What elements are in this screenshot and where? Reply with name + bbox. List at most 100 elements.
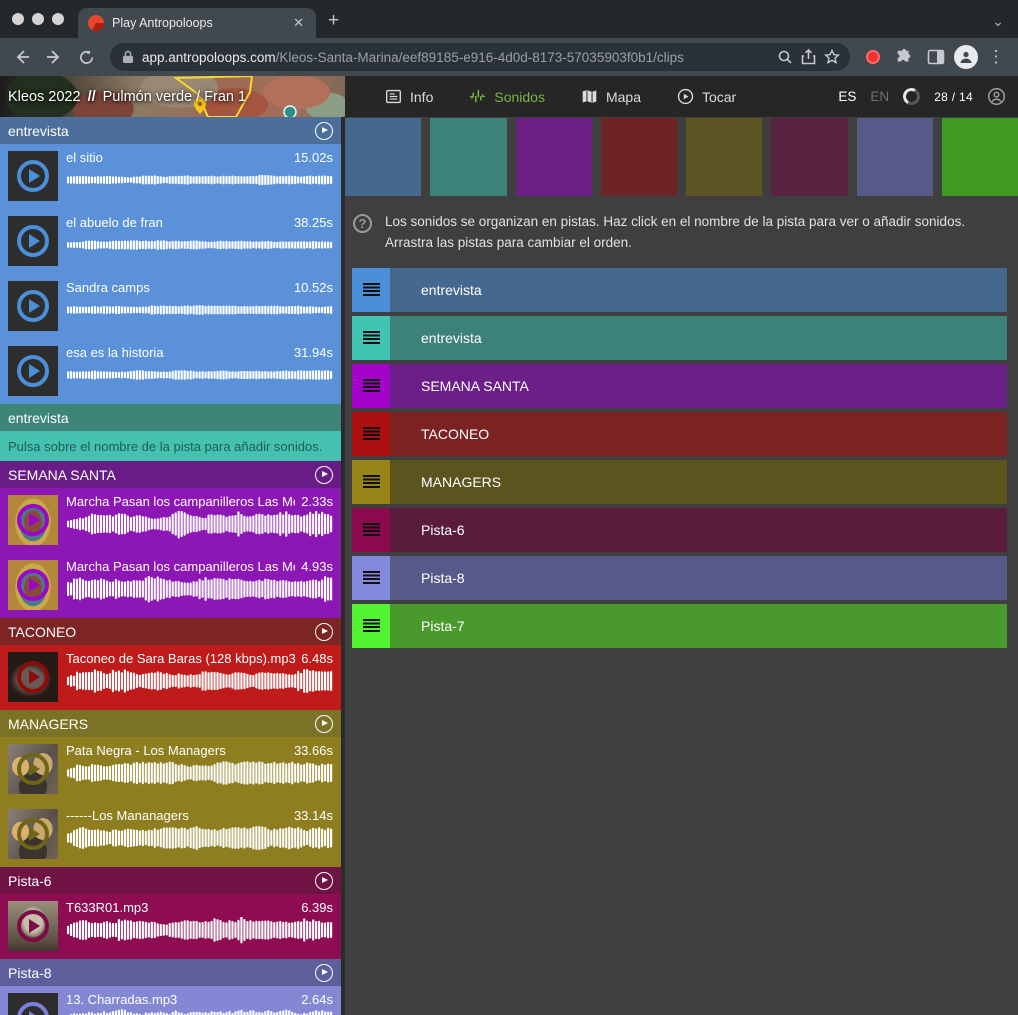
track-swatch[interactable]	[942, 118, 1018, 196]
track-row[interactable]: Pista-8	[352, 556, 1007, 600]
track-play-icon[interactable]	[315, 872, 333, 890]
share-icon[interactable]	[801, 49, 816, 65]
audio-clip[interactable]: T633R01.mp36.39s	[0, 894, 341, 959]
clip-play-icon[interactable]	[17, 290, 49, 322]
language-toggle-en[interactable]: EN	[870, 89, 889, 104]
track-play-icon[interactable]	[315, 715, 333, 733]
audio-clip[interactable]: Marcha Pasan los campanilleros Las Mejor…	[0, 488, 341, 553]
tab-overflow-chevron-icon[interactable]: ⌄	[992, 13, 1004, 30]
clip-waveform[interactable]	[66, 825, 333, 861]
clip-waveform[interactable]	[66, 1009, 333, 1015]
tab-close-icon[interactable]: ✕	[291, 15, 306, 31]
traffic-light-zoom-button[interactable]	[52, 13, 64, 25]
clip-waveform[interactable]	[66, 232, 333, 268]
clip-play-icon[interactable]	[17, 160, 49, 192]
language-toggle-es[interactable]: ES	[838, 89, 856, 104]
zoom-page-icon[interactable]	[777, 49, 793, 65]
clip-waveform[interactable]	[66, 511, 333, 547]
drag-handle[interactable]	[352, 364, 390, 408]
audio-clip[interactable]: Pata Negra - Los Managers33.66s	[0, 737, 341, 802]
track-row[interactable]: Pista-6	[352, 508, 1007, 552]
drag-handle[interactable]	[352, 268, 390, 312]
track-swatch[interactable]	[686, 118, 762, 196]
track-row[interactable]: MANAGERS	[352, 460, 1007, 504]
nav-item-sonidos[interactable]: Sonidos	[455, 76, 559, 117]
track-header[interactable]: entrevista	[0, 404, 341, 431]
drag-handle[interactable]	[352, 508, 390, 552]
profile-avatar[interactable]	[954, 45, 978, 69]
drag-handle[interactable]	[352, 316, 390, 360]
browser-menu-icon[interactable]: ⋮	[982, 43, 1010, 71]
track-header[interactable]: Pista-6	[0, 867, 341, 894]
clip-waveform[interactable]	[66, 917, 333, 953]
clip-play-icon[interactable]	[17, 818, 49, 850]
audio-clip[interactable]: el abuelo de fran38.25s	[0, 209, 341, 274]
clip-play-icon[interactable]	[17, 910, 49, 942]
track-play-icon[interactable]	[315, 623, 333, 641]
track-swatch[interactable]	[345, 118, 421, 196]
track-play-icon[interactable]	[315, 466, 333, 484]
audio-clip[interactable]: esa es la historia31.94s	[0, 339, 341, 404]
track-header[interactable]: entrevista	[0, 117, 341, 144]
drag-handle[interactable]	[352, 556, 390, 600]
audio-clip[interactable]: Sandra camps10.52s	[0, 274, 341, 339]
forward-button[interactable]	[40, 43, 68, 71]
clip-waveform[interactable]	[66, 167, 333, 203]
drag-handle[interactable]	[352, 604, 390, 648]
drag-handle[interactable]	[352, 412, 390, 456]
clip-name: Taconeo de Sara Baras (128 kbps).mp3	[66, 651, 295, 666]
track-swatch[interactable]	[430, 118, 506, 196]
audio-clip[interactable]: ------Los Mananagers33.14s	[0, 802, 341, 867]
track-header[interactable]: SEMANA SANTA	[0, 461, 341, 488]
track-swatch[interactable]	[601, 118, 677, 196]
track-header[interactable]: TACONEO	[0, 618, 341, 645]
track-name: MANAGERS	[8, 716, 315, 732]
track-row[interactable]: entrevista	[352, 268, 1007, 312]
new-tab-button[interactable]: +	[328, 8, 339, 34]
drag-handle[interactable]	[352, 460, 390, 504]
clip-waveform[interactable]	[66, 668, 333, 704]
audio-clip[interactable]: el sitio15.02s	[0, 144, 341, 209]
track-row[interactable]: SEMANA SANTA	[352, 364, 1007, 408]
track-header[interactable]: Pista-8	[0, 959, 341, 986]
clip-play-icon[interactable]	[17, 504, 49, 536]
extensions-puzzle-icon[interactable]	[890, 43, 918, 71]
track-swatch[interactable]	[771, 118, 847, 196]
track-play-icon[interactable]	[315, 964, 333, 982]
track-header[interactable]: MANAGERS	[0, 710, 341, 737]
audio-clip[interactable]: Taconeo de Sara Baras (128 kbps).mp36.48…	[0, 645, 341, 710]
side-panel-icon[interactable]	[922, 43, 950, 71]
clip-play-icon[interactable]	[17, 569, 49, 601]
remix-location-banner[interactable]: Kleos 2022//Pulmón verde / Fran 1	[0, 76, 345, 117]
track-name: Pista-6	[8, 873, 315, 889]
clip-waveform[interactable]	[66, 297, 333, 333]
bookmark-star-icon[interactable]	[824, 49, 840, 65]
track-play-icon[interactable]	[315, 122, 333, 140]
browser-tab[interactable]: Play Antropoloops ✕	[78, 8, 316, 38]
recording-indicator-icon[interactable]	[866, 50, 880, 64]
clip-play-icon[interactable]	[17, 1002, 49, 1015]
track-row[interactable]: Pista-7	[352, 604, 1007, 648]
clip-waveform[interactable]	[66, 760, 333, 796]
track-row[interactable]: TACONEO	[352, 412, 1007, 456]
clip-play-icon[interactable]	[17, 355, 49, 387]
traffic-light-close-button[interactable]	[12, 13, 24, 25]
audio-clip[interactable]: Marcha Pasan los campanilleros Las Mejor…	[0, 553, 341, 618]
clip-play-icon[interactable]	[17, 661, 49, 693]
reload-button[interactable]	[72, 43, 100, 71]
traffic-light-minimize-button[interactable]	[32, 13, 44, 25]
track-swatch[interactable]	[857, 118, 933, 196]
address-bar[interactable]: app.antropoloops.com/Kleos-Santa-Marina/…	[110, 43, 850, 71]
nav-item-mapa[interactable]: Mapa	[567, 76, 655, 117]
account-icon[interactable]	[987, 87, 1006, 106]
clip-waveform[interactable]	[66, 576, 333, 612]
back-button[interactable]	[8, 43, 36, 71]
clip-waveform[interactable]	[66, 362, 333, 398]
clip-play-icon[interactable]	[17, 225, 49, 257]
nav-item-tocar[interactable]: Tocar	[663, 76, 750, 117]
track-swatch[interactable]	[516, 118, 592, 196]
track-row[interactable]: entrevista	[352, 316, 1007, 360]
clip-play-icon[interactable]	[17, 753, 49, 785]
nav-item-info[interactable]: Info	[371, 76, 447, 117]
audio-clip[interactable]: 13. Charradas.mp32.64s	[0, 986, 341, 1015]
